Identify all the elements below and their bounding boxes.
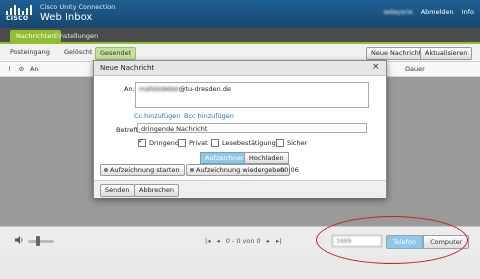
send-button[interactable]: Senden [100,184,135,197]
to-label: An: [124,85,135,93]
record-tab[interactable]: Aufzeichnen [200,152,251,164]
checkbox-icon[interactable] [138,137,146,147]
subject-field[interactable]: dringende Nachricht [137,123,367,133]
new-message-button[interactable]: Neue Nachricht [366,47,427,60]
dialog-title: Neue Nachricht [100,64,155,72]
urgent-label: Dringend [149,139,179,147]
volume-slider[interactable] [28,240,54,243]
start-recording-button[interactable]: Aufzeichnung starten [100,164,185,176]
app-name: Web Inbox [40,12,93,23]
page-count: 0 - 0 von 0 [225,237,261,245]
secure-checkbox[interactable]: Sicher [276,139,307,147]
pager: |◂ ◂ 0 - 0 von 0 ▸ ▸| [205,237,281,245]
checkbox-icon[interactable] [211,139,219,147]
logo-text: CISCO [6,15,29,22]
new-message-dialog: Neue Nachricht × An: mafalsdebst@tu-dres… [93,60,387,198]
app-header: CISCO Cisco Unity Connection Web Inbox w… [0,0,480,28]
close-icon[interactable]: × [372,62,380,72]
to-value-user: mafalsdebst [139,85,179,93]
add-bcc-link[interactable]: Bcc hinzufügen [184,112,234,120]
private-label: Privat [189,139,208,147]
play-recording-label: Aufzeichnung wiedergeben [196,166,285,174]
upload-tab[interactable]: Hochladen [244,152,289,164]
play-icon [190,168,194,172]
annotation-highlight-ellipse [316,216,468,264]
add-cc-link[interactable]: Cc hinzufügen [134,112,180,120]
private-checkbox[interactable]: Privat [178,139,208,147]
folder-sent[interactable]: Gesendet [95,47,137,60]
record-icon [104,168,108,172]
logout-link[interactable]: Abmelden [421,8,454,16]
refresh-button[interactable]: Aktualisieren [420,47,473,60]
speaker-icon[interactable] [14,235,24,245]
to-value-domain: @tu-dresden.de [178,85,231,93]
checkbox-icon[interactable] [276,139,284,147]
folder-deleted[interactable]: Gelöscht [60,47,96,58]
column-duration[interactable]: Dauer [405,65,425,73]
dialog-titlebar: Neue Nachricht × [94,61,386,76]
recording-controls: Aufzeichnung starten Aufzeichnung wieder… [100,164,380,177]
urgent-checkbox[interactable]: Dringend [138,137,179,147]
read-receipt-label: Lesebestätigung [222,139,276,147]
username: wdaysrie [383,8,413,16]
to-field[interactable]: mafalsdebst@tu-dresden.de [135,82,369,108]
product-name: Cisco Unity Connection [40,3,116,11]
column-flags[interactable]: ! ⊘ [8,65,27,73]
start-recording-label: Aufzeichnung starten [110,166,180,174]
tab-settings[interactable]: Einstellungen [48,30,104,42]
secure-label: Sicher [287,139,308,147]
checkbox-icon[interactable] [178,139,186,147]
main-tabs: Nachrichten Einstellungen [0,28,480,44]
cancel-button[interactable]: Abbrechen [134,184,180,197]
cisco-logo: CISCO [6,5,34,23]
to-value: mafalsdebst@tu-dresden.de [139,85,231,93]
next-page-icon[interactable]: ▸ [267,237,270,245]
read-receipt-checkbox[interactable]: Lesebestätigung [211,139,276,147]
column-to[interactable]: An [30,65,39,73]
prev-page-icon[interactable]: ◂ [216,237,219,245]
volume-slider-handle[interactable] [36,236,40,246]
top-links: wdaysrie Abmelden Info [384,8,474,16]
first-page-icon[interactable]: |◂ [205,237,210,245]
last-page-icon[interactable]: ▸| [276,237,281,245]
info-link[interactable]: Info [462,8,474,16]
play-recording-button[interactable]: Aufzeichnung wiedergeben [186,164,290,176]
folder-inbox[interactable]: Posteingang [6,47,54,58]
recording-duration: 00:06 [280,166,299,174]
